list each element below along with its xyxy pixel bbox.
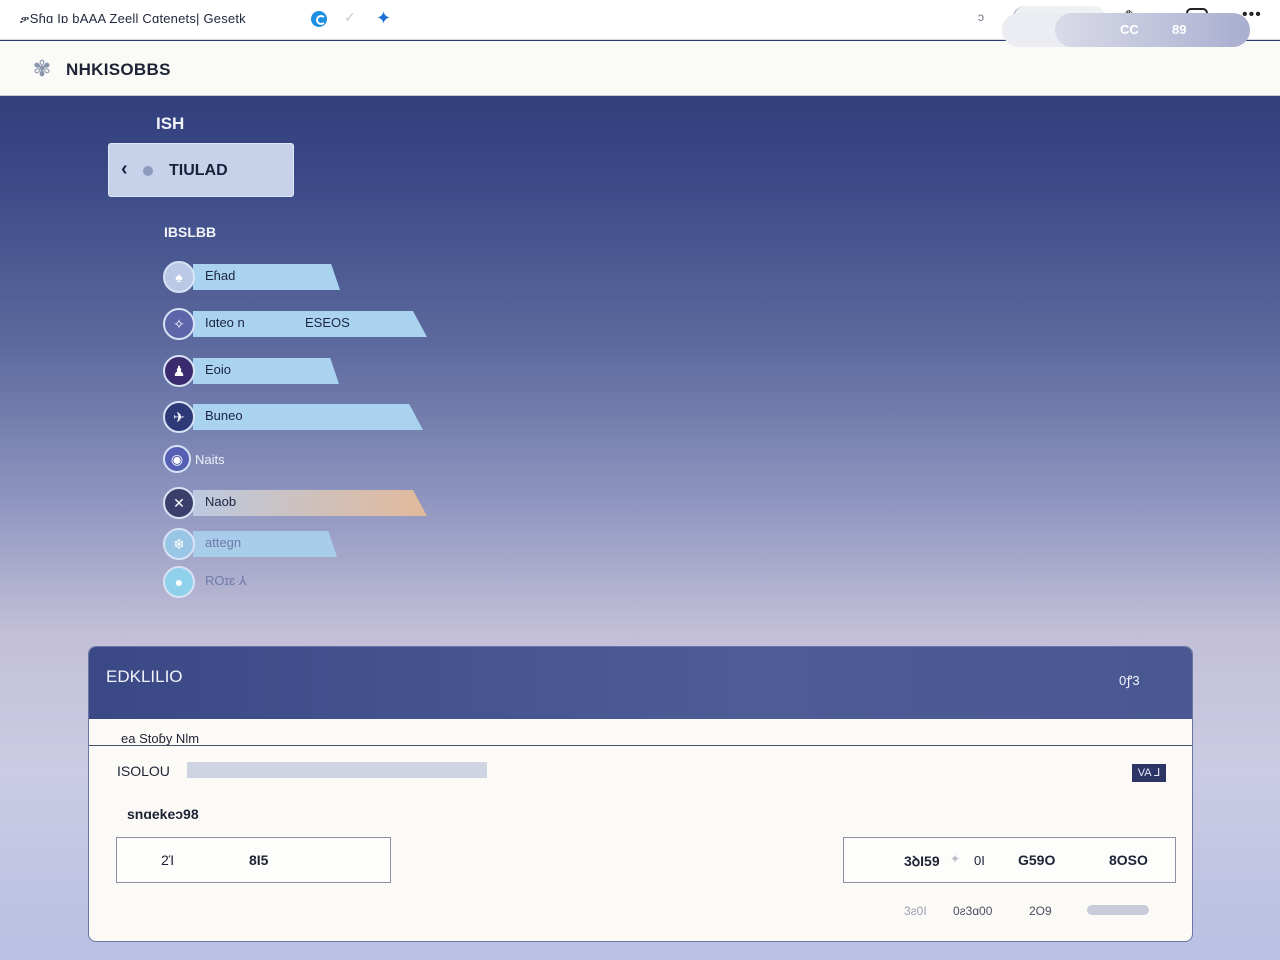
right-box-value-c: G59O xyxy=(1018,852,1056,868)
list-item-label: Buneo xyxy=(205,408,243,423)
field2-label: snɑekeɔ98 xyxy=(127,806,199,822)
list-item-label: Eoio xyxy=(205,362,232,377)
list-item-label: Naits xyxy=(195,452,225,467)
dot-icon xyxy=(143,166,153,176)
search-icon: ◉ xyxy=(163,445,191,473)
list-item-label: Eɦad xyxy=(205,268,236,283)
right-box-value-a: 3ꝺI59 xyxy=(904,853,940,869)
bird-icon[interactable]: ✦ xyxy=(376,8,391,29)
list-item-label: ROɪɛ ⅄ xyxy=(205,573,247,588)
right-box-value-d: 8OSO xyxy=(1109,852,1148,868)
footer-slider[interactable] xyxy=(1087,905,1149,915)
earth-icon: ● xyxy=(163,566,195,598)
field-label: ISOLOU xyxy=(117,763,170,779)
figure-icon: ✧ xyxy=(163,308,195,340)
footer-value-a: 3ƨ0I xyxy=(904,904,927,918)
app-header: ✾ NHKISOBBS xyxy=(0,41,1280,96)
divider xyxy=(89,745,1192,746)
header-toggle-active[interactable] xyxy=(1055,13,1250,47)
text-field[interactable] xyxy=(187,762,487,778)
list-item-extra: ESEOS xyxy=(305,315,350,330)
chevron-left-icon: ‹ xyxy=(121,158,128,180)
detail-card: EDKLILIO 0ꝭ3 ea Stoɓy Nlm ISOLOU VA ⅃ sn… xyxy=(88,646,1193,942)
card-header-value: 0ꝭ3 xyxy=(1119,673,1140,688)
compass-icon: ✕ xyxy=(163,487,195,519)
left-value-box[interactable]: 2Ί 8I5 xyxy=(116,837,391,883)
card-title: EDKLILIO xyxy=(106,667,183,686)
toolbar-mini-text: ↄ xyxy=(978,10,984,24)
logo-icon: ✾ xyxy=(32,56,52,81)
status-badge: VA ⅃ xyxy=(1132,764,1166,782)
wing-icon: ✈ xyxy=(163,401,195,433)
leaf-icon: ♠ xyxy=(163,261,195,293)
left-box-value-b: 8I5 xyxy=(249,852,269,868)
back-button-label: TIULAD xyxy=(169,162,228,179)
person-icon: ♟ xyxy=(163,355,195,387)
sync-icon[interactable] xyxy=(311,11,327,27)
group-label: IBSLBB xyxy=(164,224,217,240)
left-box-value-a: 2Ί xyxy=(161,852,175,868)
app-title: NHKISOBBS xyxy=(66,60,171,79)
header-toggle-label-b: 89 xyxy=(1172,22,1187,37)
list-item-label: atteɡn xyxy=(205,535,242,550)
footer-value-c: 2O9 xyxy=(1029,904,1052,918)
check-icon[interactable]: ✓ xyxy=(344,9,356,26)
card-header: EDKLILIO 0ꝭ3 xyxy=(89,647,1192,719)
card-sub-label: ea Stoɓy Nlm xyxy=(121,731,200,746)
footer-value-b: 0ƨ3ɑ00 xyxy=(953,904,993,918)
star-icon: ✦ xyxy=(950,852,961,866)
list-item-label: Iɑteo n xyxy=(205,315,245,330)
header-toggle-label-a: CC xyxy=(1120,22,1139,37)
section-label: ISH xyxy=(156,114,185,133)
right-box-value-b: 0I xyxy=(974,853,985,868)
browser-title: ቃSɦɑ Iɒ bAAA Zeell Cɑtenets| Gesetk xyxy=(20,11,246,26)
back-button[interactable]: ‹ TIULAD xyxy=(108,143,294,197)
globe-icon: ❄ xyxy=(163,528,195,560)
right-value-box[interactable]: 3ꝺI59 ✦ 0I G59O 8OSO xyxy=(843,837,1176,883)
list-item-label: Naob xyxy=(205,494,237,509)
